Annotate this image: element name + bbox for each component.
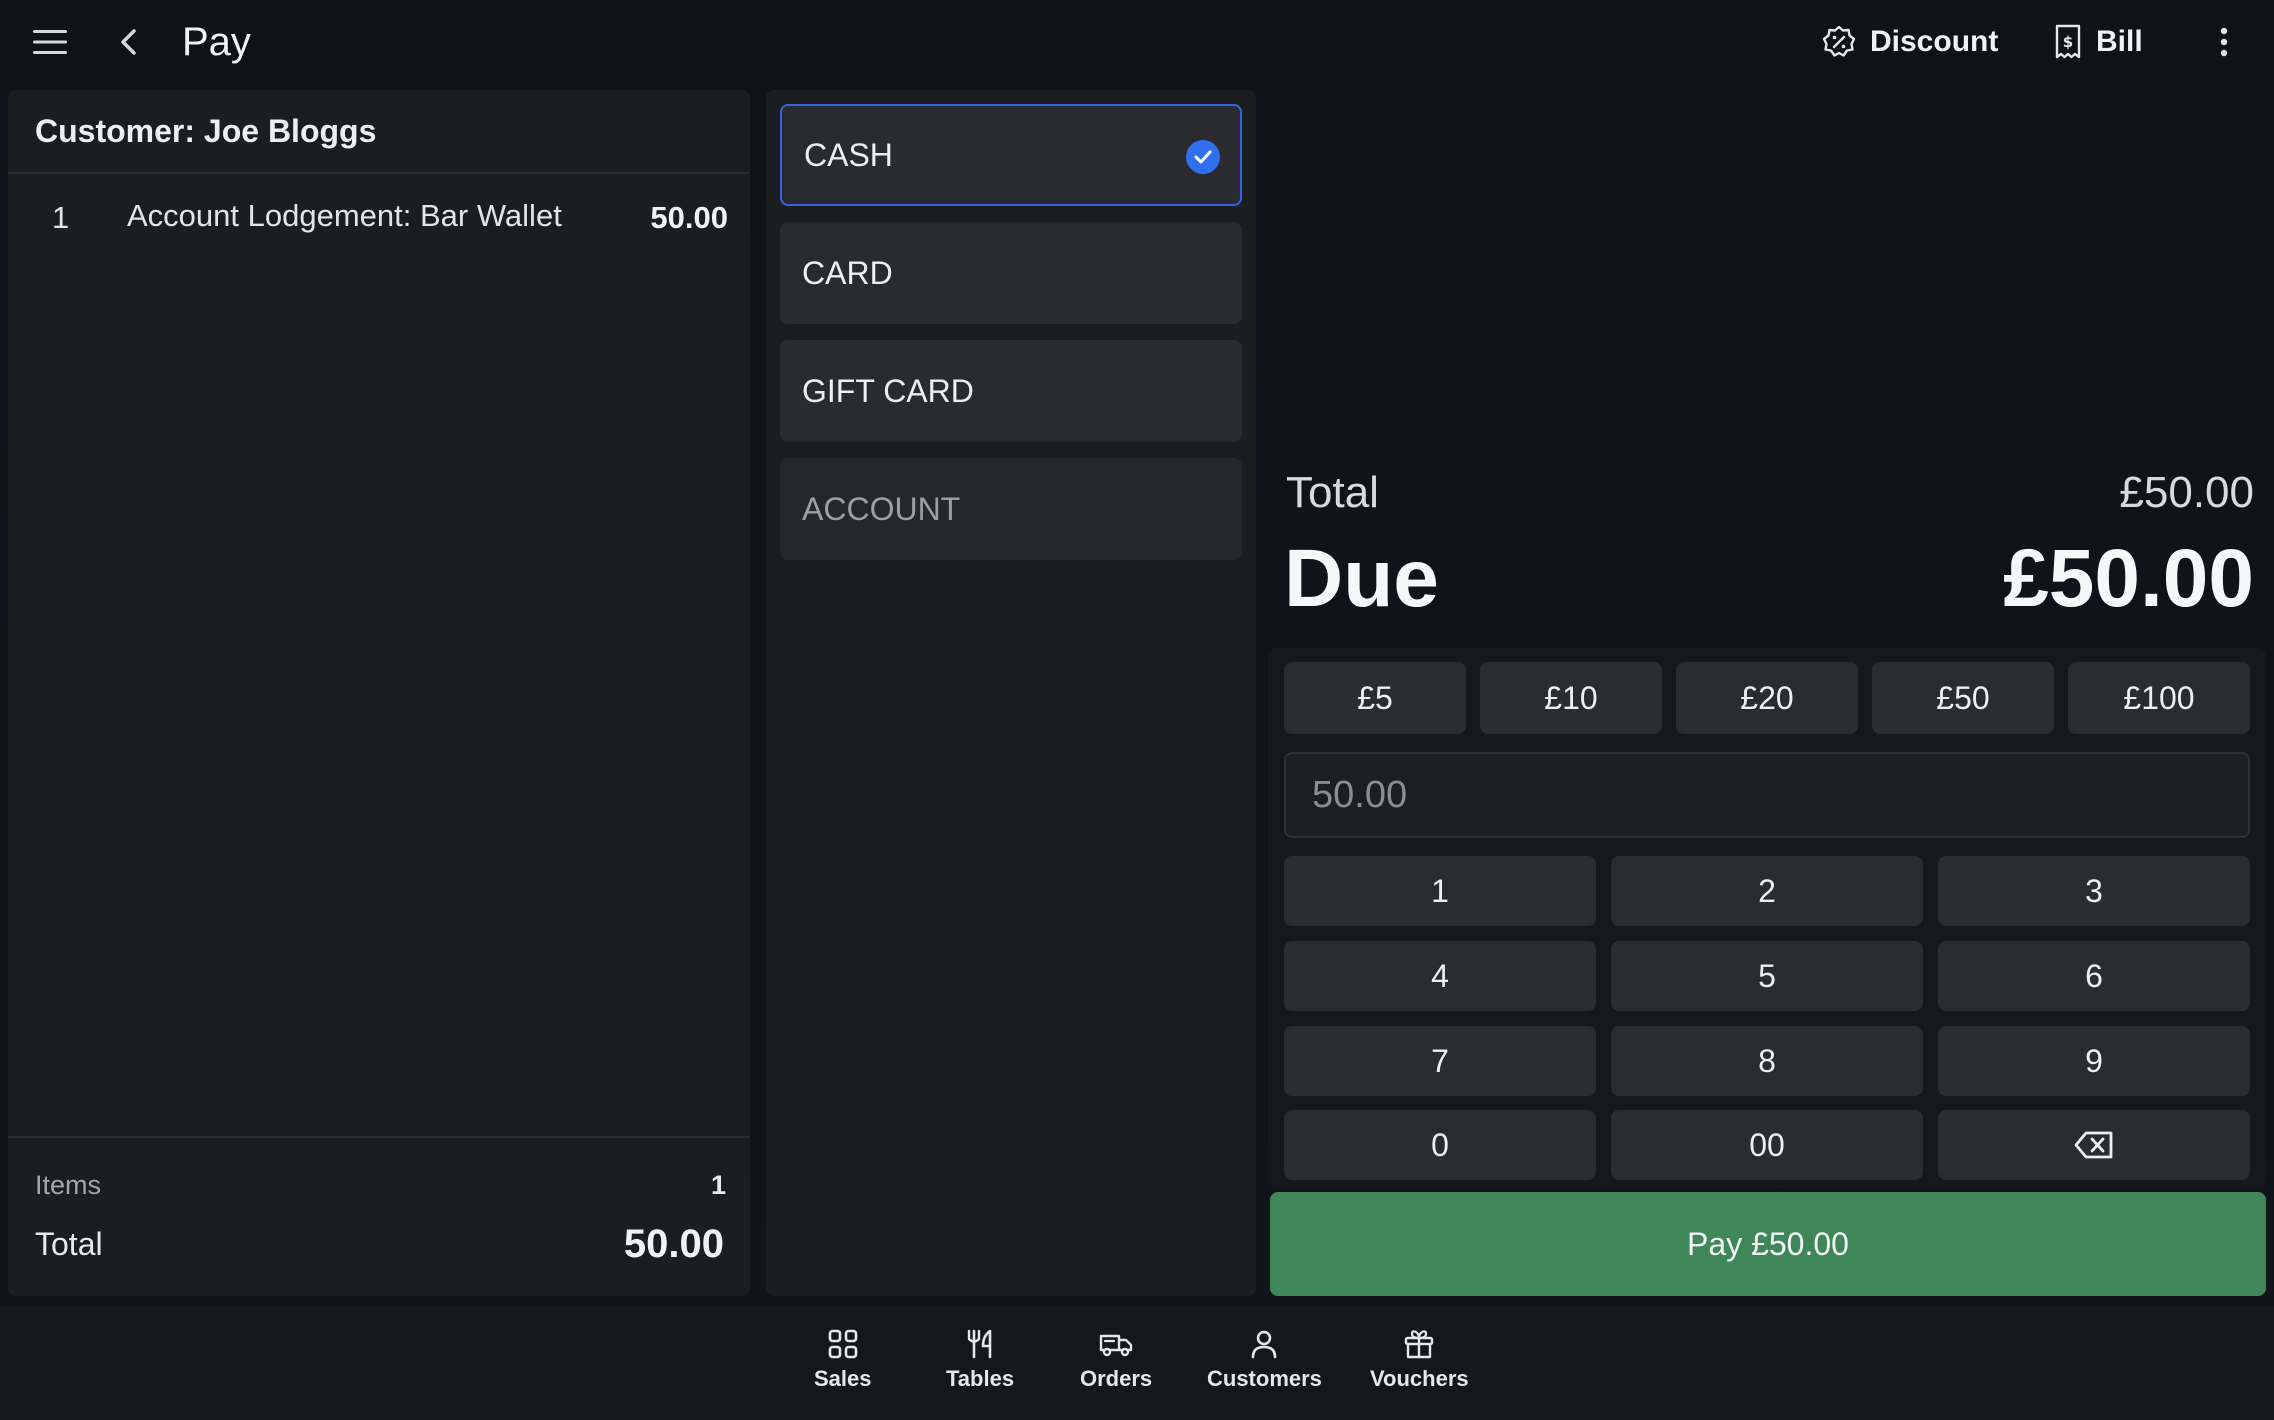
- keypad-key-5[interactable]: 5: [1611, 941, 1923, 1011]
- cutlery-icon: [967, 1329, 992, 1359]
- nav-label: Vouchers: [1370, 1366, 1469, 1391]
- order-total-label: Total: [35, 1226, 103, 1262]
- keypad-key-1[interactable]: 1: [1284, 856, 1596, 926]
- keypad-key-2[interactable]: 2: [1611, 856, 1923, 926]
- nav-item-orders[interactable]: Orders: [1080, 1328, 1152, 1392]
- due-label: Due: [1284, 533, 1439, 624]
- kebab-menu-icon: [2220, 27, 2228, 57]
- nav-item-sales[interactable]: Sales: [814, 1328, 872, 1392]
- quick-amount-20[interactable]: £20: [1676, 662, 1858, 734]
- bottom-navigation: Sales Tables Orders Customers Vouchers: [0, 1306, 2274, 1420]
- keypad-key-7[interactable]: 7: [1284, 1026, 1596, 1096]
- payment-method-label: GIFT CARD: [802, 372, 974, 409]
- customer-heading: Customer: Joe Bloggs: [8, 90, 750, 174]
- total-row: Total £50.00: [1286, 468, 2254, 518]
- quick-amount-5[interactable]: £5: [1284, 662, 1466, 734]
- payment-method-card[interactable]: CARD: [780, 222, 1242, 324]
- items-label: Items: [35, 1170, 102, 1200]
- receipt-icon: $: [2055, 24, 2081, 59]
- payment-method-label: ACCOUNT: [802, 490, 961, 527]
- order-summary: Items 1 Total 50.00: [8, 1136, 750, 1296]
- items-count: 1: [710, 1170, 726, 1200]
- order-total-value: 50.00: [623, 1222, 724, 1266]
- nav-item-tables[interactable]: Tables: [946, 1328, 1014, 1392]
- hamburger-menu-icon: [33, 30, 67, 54]
- keypad-key-9[interactable]: 9: [1938, 1026, 2250, 1096]
- page-title: Pay: [182, 20, 251, 64]
- payment-method-gift-card[interactable]: GIFT CARD: [780, 340, 1242, 442]
- order-line-item[interactable]: 1 Account Lodgement: Bar Wallet 50.00: [8, 174, 750, 254]
- payment-method-label: CARD: [802, 254, 893, 291]
- svg-text:$: $: [2063, 33, 2073, 51]
- keypad-key-3[interactable]: 3: [1938, 856, 2250, 926]
- payment-panel: Total £50.00 Due £50.00 £5 £10 £20 £50 £…: [1268, 90, 2266, 1296]
- total-label: Total: [1286, 468, 1379, 517]
- line-quantity: 1: [52, 200, 70, 235]
- due-value: £50.00: [2003, 533, 2254, 624]
- keypad-key-0[interactable]: 0: [1284, 1110, 1596, 1180]
- quick-amount-100[interactable]: £100: [2068, 662, 2250, 734]
- order-panel: Customer: Joe Bloggs 1 Account Lodgement…: [8, 90, 750, 1296]
- keypad-key-4[interactable]: 4: [1284, 941, 1596, 1011]
- pay-button[interactable]: Pay £50.00: [1270, 1192, 2266, 1296]
- bill-button[interactable]: $ Bill: [2054, 18, 2143, 66]
- nav-label: Customers: [1207, 1366, 1322, 1391]
- delivery-truck-icon: [1099, 1334, 1133, 1357]
- grid-icon: [828, 1329, 858, 1359]
- total-value: £50.00: [2119, 468, 2254, 517]
- quick-amount-10[interactable]: £10: [1480, 662, 1662, 734]
- discount-badge-icon: [1822, 25, 1856, 57]
- due-row: Due £50.00: [1284, 532, 2254, 626]
- more-options-button[interactable]: [2204, 20, 2244, 64]
- keypad-key-00[interactable]: 00: [1611, 1110, 1923, 1180]
- nav-label: Tables: [946, 1366, 1015, 1391]
- payment-method-account[interactable]: ACCOUNT: [780, 458, 1242, 560]
- nav-item-customers[interactable]: Customers: [1207, 1328, 1322, 1392]
- line-description: Account Lodgement: Bar Wallet: [127, 198, 562, 233]
- checkmark-icon: [1186, 140, 1220, 174]
- top-bar: Pay Discount $ Bill: [0, 0, 2274, 84]
- keypad-key-6[interactable]: 6: [1938, 941, 2250, 1011]
- gift-icon: [1405, 1330, 1434, 1359]
- nav-label: Sales: [814, 1366, 872, 1391]
- payment-methods-panel: CASH CARD GIFT CARD ACCOUNT: [766, 90, 1256, 1296]
- keypad-key-8[interactable]: 8: [1611, 1026, 1923, 1096]
- line-price: 50.00: [650, 200, 728, 235]
- bill-label: Bill: [2096, 25, 2143, 58]
- amount-input[interactable]: 50.00: [1284, 752, 2250, 838]
- payment-method-cash[interactable]: CASH: [780, 104, 1242, 206]
- menu-button[interactable]: [26, 20, 74, 64]
- discount-label: Discount: [1870, 25, 1999, 58]
- backspace-button[interactable]: [1938, 1110, 2250, 1180]
- user-icon: [1252, 1330, 1277, 1359]
- pos-pay-screen: Pay Discount $ Bill Customer: Joe Bloggs…: [0, 0, 2274, 1420]
- nav-label: Orders: [1080, 1366, 1153, 1391]
- payment-method-label: CASH: [804, 136, 893, 173]
- quick-amount-50[interactable]: £50: [1872, 662, 2054, 734]
- discount-button[interactable]: Discount: [1822, 18, 1998, 66]
- nav-item-vouchers[interactable]: Vouchers: [1370, 1328, 1469, 1392]
- chevron-left-icon: [121, 29, 136, 55]
- backspace-icon: [2074, 1131, 2113, 1159]
- back-button[interactable]: [106, 20, 150, 64]
- keypad-area: £5 £10 £20 £50 £100 50.00 1 2 3 4 5 6 7 …: [1268, 648, 2266, 1188]
